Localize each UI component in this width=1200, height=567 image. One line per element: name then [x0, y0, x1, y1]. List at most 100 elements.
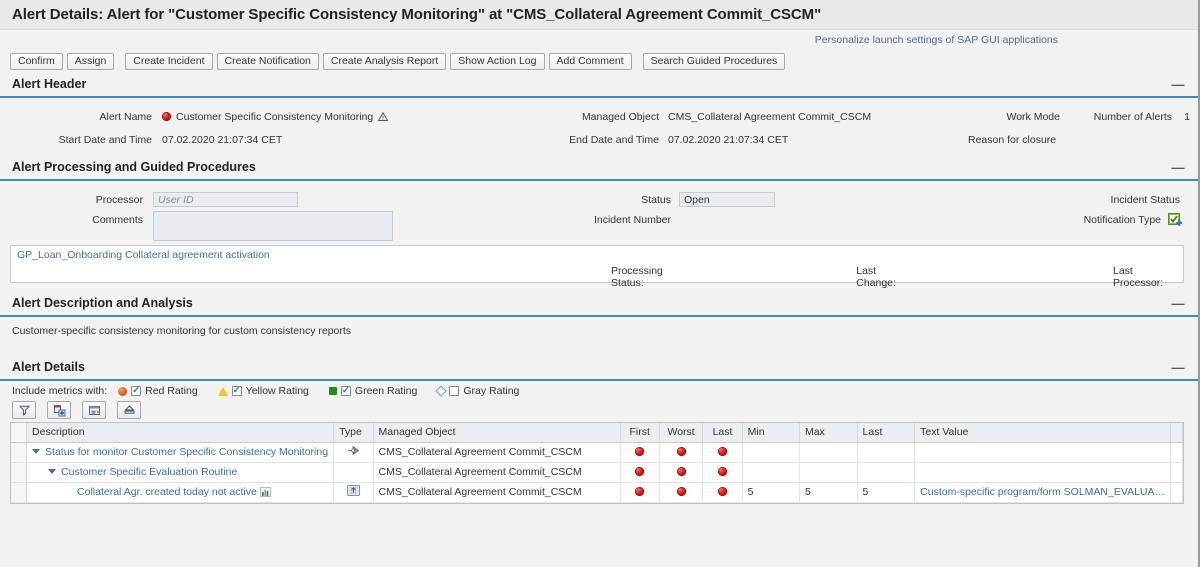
cell-rating-last — [702, 482, 743, 503]
column-header-text-value-9[interactable]: Text Value — [914, 423, 1172, 443]
filter-icon[interactable] — [12, 401, 36, 419]
cell-last — [857, 462, 916, 483]
column-header-max-7[interactable]: Max — [799, 423, 858, 443]
column-header-type-1[interactable]: Type — [333, 423, 374, 443]
section-title-alert-processing: Alert Processing and Guided Procedures — [12, 160, 256, 174]
rating-checkbox-red-rating[interactable] — [131, 386, 142, 396]
guided-procedure-panel: GP_Loan_Onboarding Collateral agreement … — [10, 245, 1184, 289]
cell-description[interactable]: Collateral Agr. created today not active — [26, 482, 335, 503]
window-titlebar: Alert Details: Alert for "Customer Speci… — [0, 0, 1198, 30]
guided-procedure-link[interactable]: GP_Loan_Onboarding Collateral agreement … — [11, 246, 1183, 261]
cell-managed-object: CMS_Collateral Agreement Commit_CSCM — [373, 442, 621, 463]
cell-type — [333, 442, 374, 463]
rating-filter-red-rating[interactable]: Red Rating — [118, 385, 198, 397]
warning-triangle-icon — [378, 111, 389, 121]
row-handle[interactable] — [11, 462, 28, 483]
cell-type — [333, 482, 374, 503]
column-header-first-3[interactable]: First — [620, 423, 660, 443]
rating-red-icon — [635, 487, 645, 496]
row-expander-icon[interactable] — [32, 449, 41, 454]
cell-last — [857, 442, 916, 463]
section-body-alert-description: Customer-specific consistency monitoring… — [0, 317, 1198, 355]
column-header-last-8[interactable]: Last — [857, 423, 916, 443]
rating-checkbox-gray-rating[interactable] — [449, 386, 460, 396]
cell-rating-first — [620, 482, 660, 503]
last-processor-label: Last Processor: — [1112, 265, 1164, 289]
table-row[interactable]: Collateral Agr. created today not active… — [11, 482, 1183, 503]
processor-row: Processor User ID Status Open Incident S… — [0, 188, 1198, 211]
rating-checkbox-green-rating[interactable] — [340, 386, 351, 396]
managed-object-label: Managed Object — [581, 110, 659, 123]
row-expander-icon[interactable] — [48, 469, 57, 474]
collapse-alert-header-button[interactable]: — — [1172, 78, 1185, 91]
column-header-managed-object-2[interactable]: Managed Object — [373, 423, 621, 443]
row-handle[interactable] — [11, 482, 28, 503]
table-row[interactable]: Customer Specific Evaluation Routine CMS_… — [11, 462, 1183, 483]
table-scrollbar[interactable] — [1170, 423, 1183, 443]
export-icon[interactable] — [117, 401, 141, 419]
insert-row-icon[interactable] — [47, 401, 71, 419]
cell-text-value[interactable]: Custom-specific program/form SOLMAN_EVAL… — [914, 482, 1172, 503]
number-of-alerts-label: Number of Alerts — [1093, 110, 1172, 123]
number-of-alerts-value: 1 — [1184, 110, 1190, 123]
toolbar-button-show-action-log[interactable]: Show Action Log — [450, 52, 545, 70]
description-text: Collateral Agr. created today not active — [77, 486, 257, 498]
monitor-node-icon — [347, 445, 360, 459]
collapse-all-icon[interactable] — [82, 401, 106, 419]
end-date-value: 07.02.2020 21:07:34 CET — [668, 133, 789, 146]
section-body-alert-header: Alert Name Customer Specific Consistency… — [0, 98, 1198, 155]
rating-red-icon — [635, 467, 645, 476]
column-header-min-6[interactable]: Min — [742, 423, 800, 443]
cell-description[interactable]: Customer Specific Evaluation Routine — [26, 462, 335, 483]
toolbar-button-confirm[interactable]: Confirm — [10, 52, 63, 70]
collapse-alert-processing-button[interactable]: — — [1172, 161, 1185, 174]
table-row[interactable]: Status for monitor Customer Specific Con… — [11, 442, 1183, 463]
section-header-alert-processing: Alert Processing and Guided Procedures — — [0, 155, 1198, 179]
rating-filter-green-rating[interactable]: Green Rating — [328, 385, 417, 397]
rating-red-icon — [676, 487, 686, 496]
toolbar-button-create-notification[interactable]: Create Notification — [216, 52, 319, 70]
comments-input[interactable] — [153, 211, 393, 241]
rating-red-icon — [717, 447, 727, 456]
row-handle[interactable] — [11, 442, 28, 463]
cell-text-value[interactable] — [914, 442, 1172, 463]
alert-details-page: Alert Details: Alert for "Customer Speci… — [0, 0, 1200, 567]
collapse-alert-description-button[interactable]: — — [1172, 297, 1185, 310]
rating-checkbox-yellow-rating[interactable] — [231, 386, 242, 396]
collapse-alert-details-button[interactable]: — — [1172, 361, 1185, 374]
row-scroll-spacer — [1170, 482, 1183, 503]
cell-rating-worst — [659, 442, 704, 463]
start-date-label: Start Date and Time — [58, 133, 152, 146]
processor-input[interactable]: User ID — [153, 192, 298, 207]
column-header-last-5[interactable]: Last — [702, 423, 743, 443]
rating-filter-yellow-rating[interactable]: Yellow Rating — [217, 385, 309, 397]
notification-type-icon[interactable] — [1168, 213, 1183, 227]
toolbar-button-create-incident[interactable]: Create Incident — [125, 52, 213, 70]
toolbar-button-create-analysis-report[interactable]: Create Analysis Report — [322, 52, 447, 70]
alert-description-text: Customer-specific consistency monitoring… — [12, 325, 352, 337]
personalize-launch-settings-link[interactable]: Personalize launch settings of SAP GUI a… — [815, 34, 1058, 46]
description-text: Customer Specific Evaluation Routine — [61, 466, 238, 478]
metric-chart-icon[interactable] — [259, 487, 271, 497]
cell-last: 5 — [857, 482, 916, 503]
row-scroll-spacer — [1170, 442, 1183, 463]
column-header-description-0[interactable]: Description — [26, 423, 335, 443]
rating-label: Gray Rating — [463, 385, 520, 397]
processor-label: Processor — [95, 193, 143, 206]
column-header-worst-4[interactable]: Worst — [659, 423, 704, 443]
toolbar-button-assign[interactable]: Assign — [66, 52, 115, 70]
section-body-alert-details: Include metrics with: Red Rating Yellow R… — [0, 381, 1198, 504]
toolbar-button-search-guided-procedures[interactable]: Search Guided Procedures — [642, 52, 786, 70]
guided-procedure-meta: Processing Status: Last Change: Last Pro… — [11, 265, 1183, 289]
status-value[interactable]: Open — [679, 192, 775, 207]
rating-filter-gray-rating[interactable]: Gray Rating — [435, 385, 520, 397]
alert-metrics-table-wrapper: Description Type Managed Object First Worst L… — [10, 422, 1184, 504]
cell-description[interactable]: Status for monitor Customer Specific Con… — [26, 442, 335, 463]
cell-text-value[interactable] — [914, 462, 1172, 483]
section-title-alert-description: Alert Description and Analysis — [12, 296, 193, 310]
section-title-alert-details: Alert Details — [12, 360, 85, 374]
description-text: Status for monitor Customer Specific Con… — [45, 446, 329, 458]
toolbar-button-add-comment[interactable]: Add Comment — [548, 52, 632, 70]
section-header-alert-description: Alert Description and Analysis — — [0, 291, 1198, 315]
cell-min — [742, 442, 800, 463]
